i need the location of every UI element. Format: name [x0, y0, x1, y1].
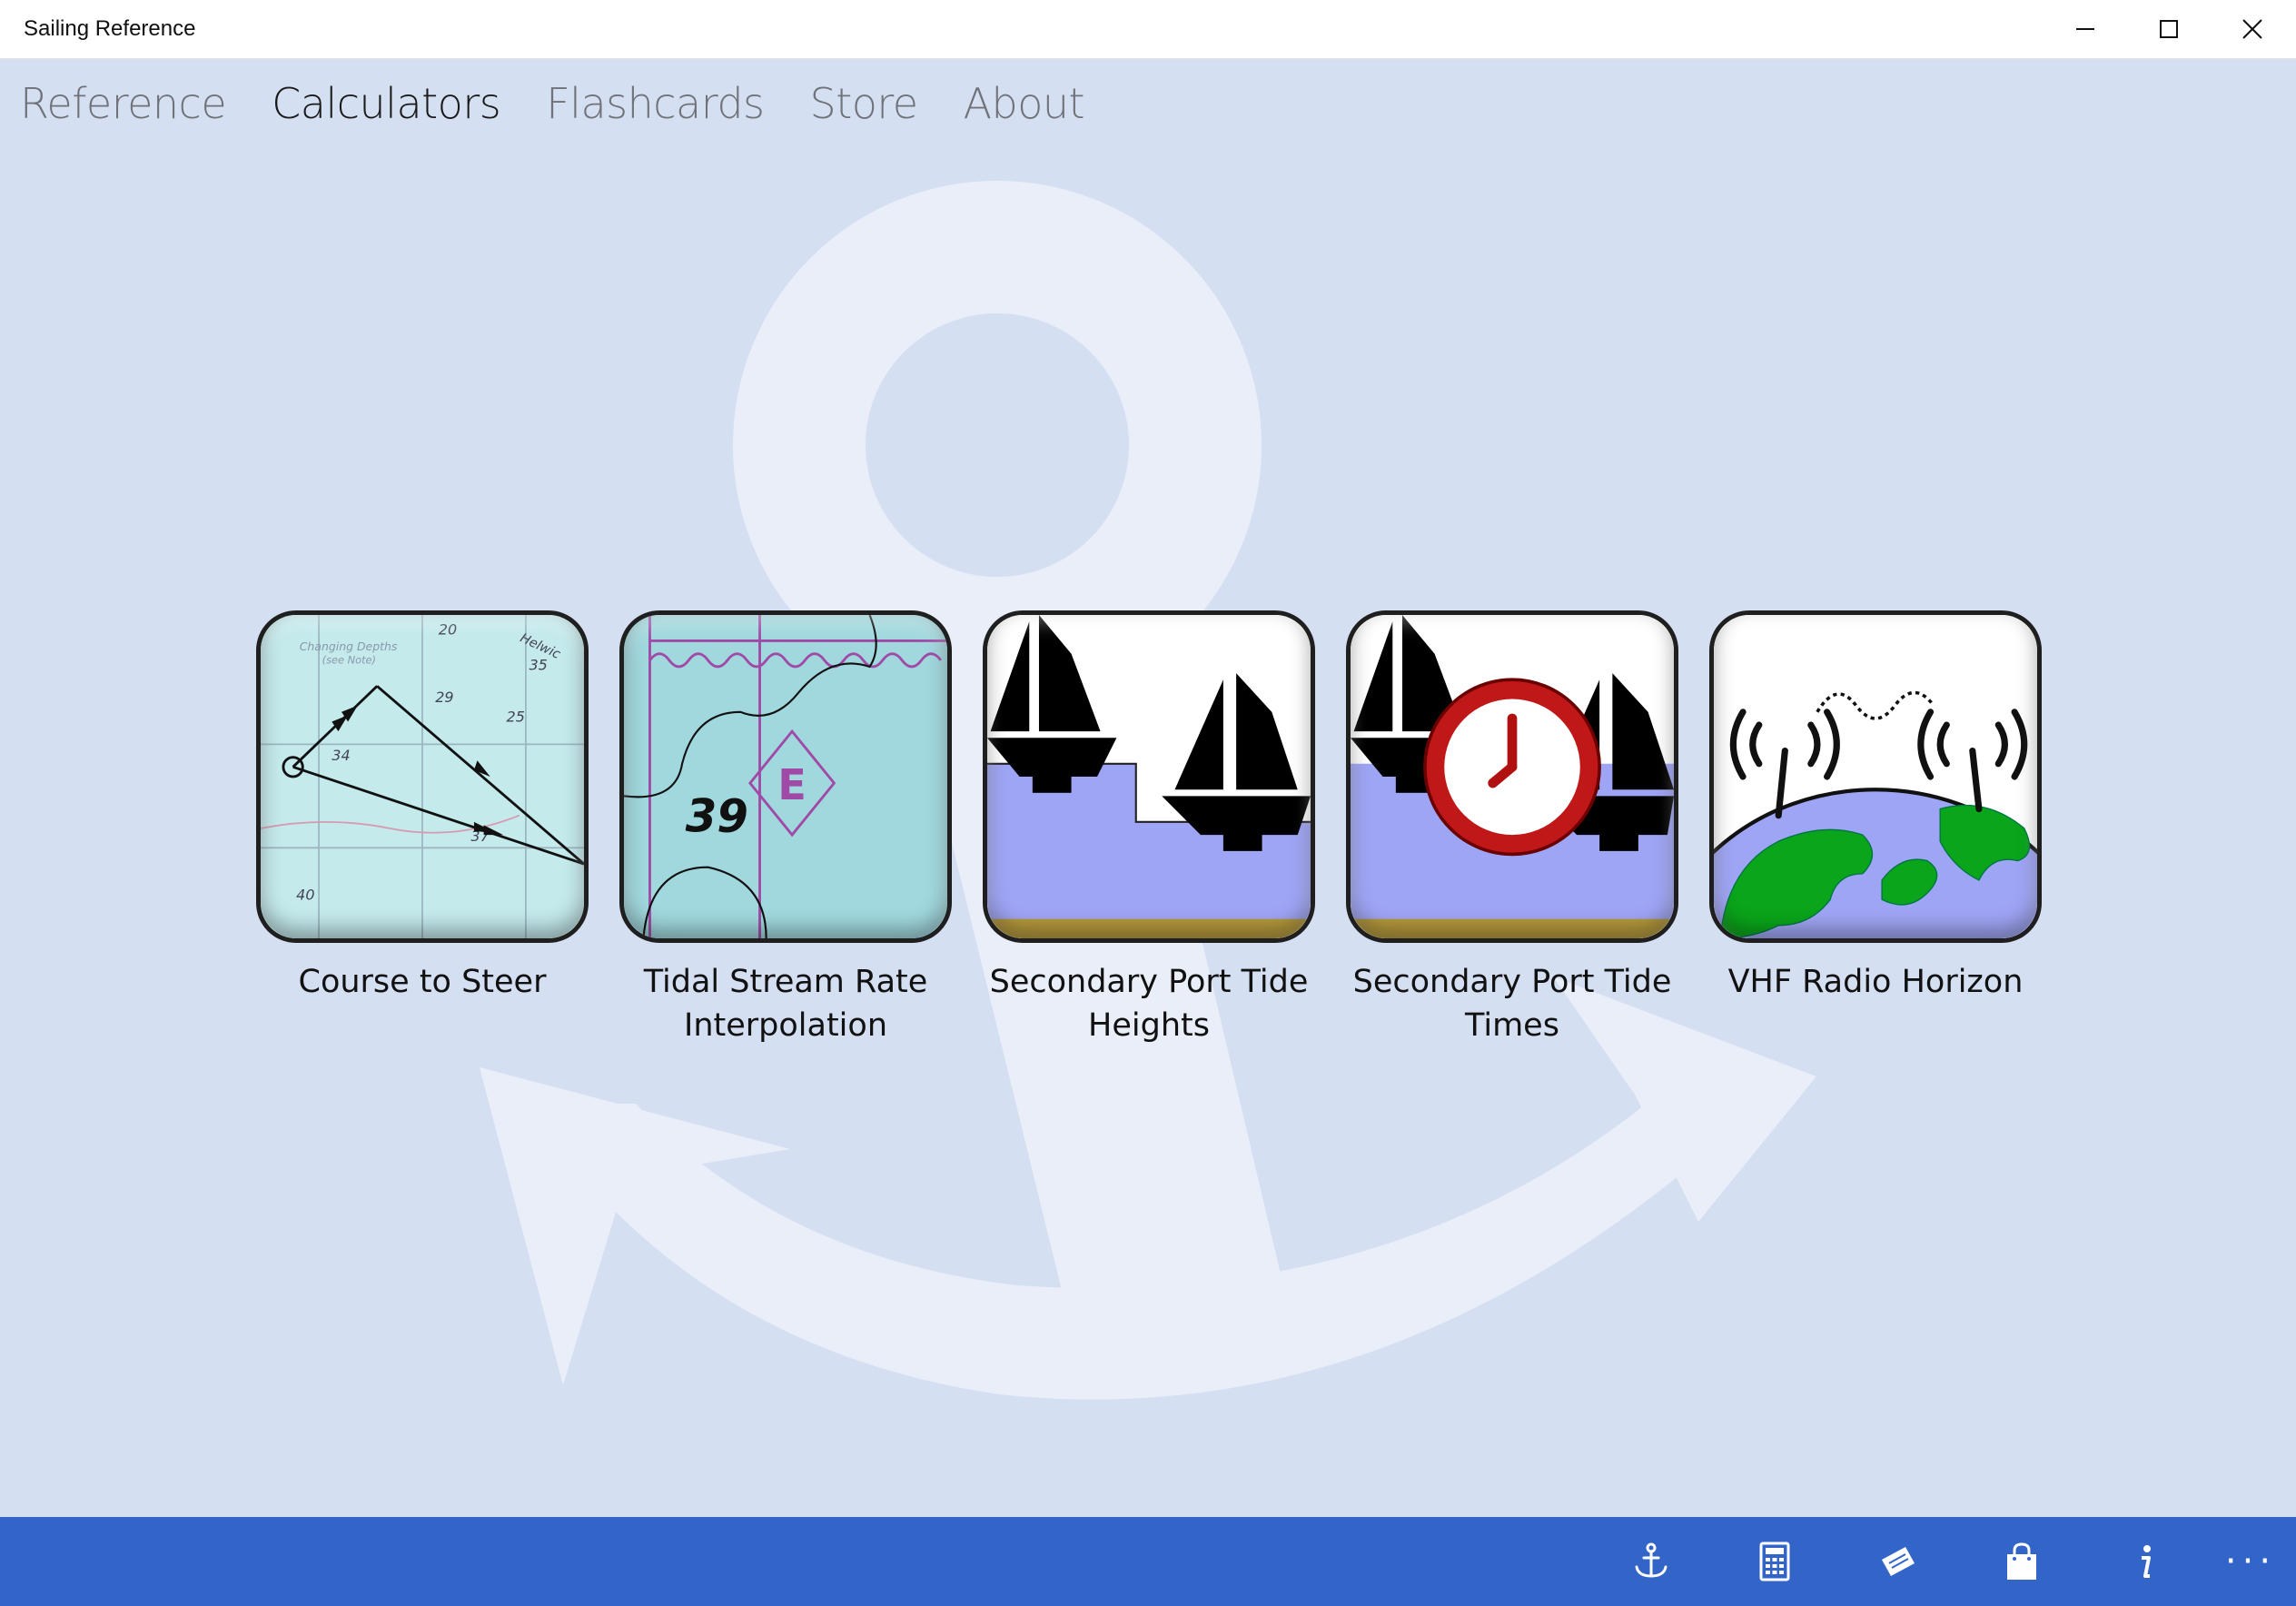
maximize-button[interactable] — [2127, 0, 2211, 58]
tide-times-icon — [1351, 615, 1674, 938]
tab-store[interactable]: Store — [810, 79, 919, 128]
tab-reference[interactable]: Reference — [20, 79, 227, 128]
svg-text:35: 35 — [529, 657, 547, 674]
svg-text:25: 25 — [507, 708, 525, 725]
title-bar: Sailing Reference — [0, 0, 2296, 59]
svg-text:40: 40 — [296, 886, 314, 903]
vhf-radio-horizon-label: VHF Radio Horizon — [1727, 964, 2024, 1000]
tab-flashcards[interactable]: Flashcards — [546, 79, 765, 128]
flashcards-command-button[interactable] — [1853, 1517, 1944, 1606]
pivot-nav: Reference Calculators Flashcards Store A… — [20, 79, 1130, 128]
about-command-button[interactable] — [2100, 1517, 2191, 1606]
anchor-icon — [1635, 1542, 1668, 1578]
svg-text:29: 29 — [435, 689, 453, 706]
command-bar: ··· — [0, 1517, 2296, 1606]
tide-heights-icon — [987, 615, 1311, 938]
window-title: Sailing Reference — [24, 16, 196, 41]
radio-horizon-icon — [1714, 615, 2037, 938]
tab-about[interactable]: About — [964, 79, 1085, 128]
flashcards-icon — [1882, 1547, 1915, 1576]
store-bag-icon — [2007, 1542, 2036, 1580]
svg-text:Changing Depths: Changing Depths — [300, 639, 398, 653]
tide-heights-label: Secondary Port Tide Heights — [989, 964, 1309, 1044]
tide-heights-tile[interactable] — [983, 610, 1315, 943]
svg-text:39: 39 — [686, 790, 748, 843]
vhf-radio-horizon-tile[interactable] — [1709, 610, 2042, 943]
info-icon — [2142, 1545, 2151, 1578]
minimize-icon — [2076, 28, 2094, 30]
course-to-steer-label: Course to Steer — [298, 964, 547, 1000]
chart-course-icon: 20 35 29 25 34 37 40 Changing Depths (se… — [261, 615, 584, 938]
tide-times-tile[interactable] — [1346, 610, 1678, 943]
close-icon — [2242, 19, 2262, 39]
svg-text:20: 20 — [439, 620, 457, 638]
more-options-button[interactable]: ··· — [2205, 1517, 2296, 1606]
tidal-diamond-icon: E 39 — [624, 615, 947, 938]
close-button[interactable] — [2211, 0, 2294, 58]
reference-command-button[interactable] — [1606, 1517, 1697, 1606]
svg-text:(see Note): (see Note) — [322, 653, 376, 666]
minimize-button[interactable] — [2044, 0, 2127, 58]
calculators-command-button[interactable] — [1729, 1517, 1820, 1606]
course-to-steer-tile[interactable]: 20 35 29 25 34 37 40 Changing Depths (se… — [256, 610, 589, 943]
tidal-stream-tile[interactable]: E 39 — [619, 610, 952, 943]
tab-calculators[interactable]: Calculators — [272, 79, 501, 128]
store-command-button[interactable] — [1976, 1517, 2067, 1606]
svg-text:34: 34 — [332, 747, 350, 764]
calculator-icon — [1759, 1542, 1790, 1581]
tide-times-label: Secondary Port Tide Times — [1352, 964, 1672, 1044]
tidal-stream-label: Tidal Stream Rate Interpolation — [643, 964, 928, 1044]
content-area: Reference Calculators Flashcards Store A… — [0, 59, 2296, 1517]
maximize-icon — [2160, 20, 2178, 38]
more-icon: ··· — [2224, 1541, 2277, 1582]
svg-text:E: E — [777, 760, 807, 809]
